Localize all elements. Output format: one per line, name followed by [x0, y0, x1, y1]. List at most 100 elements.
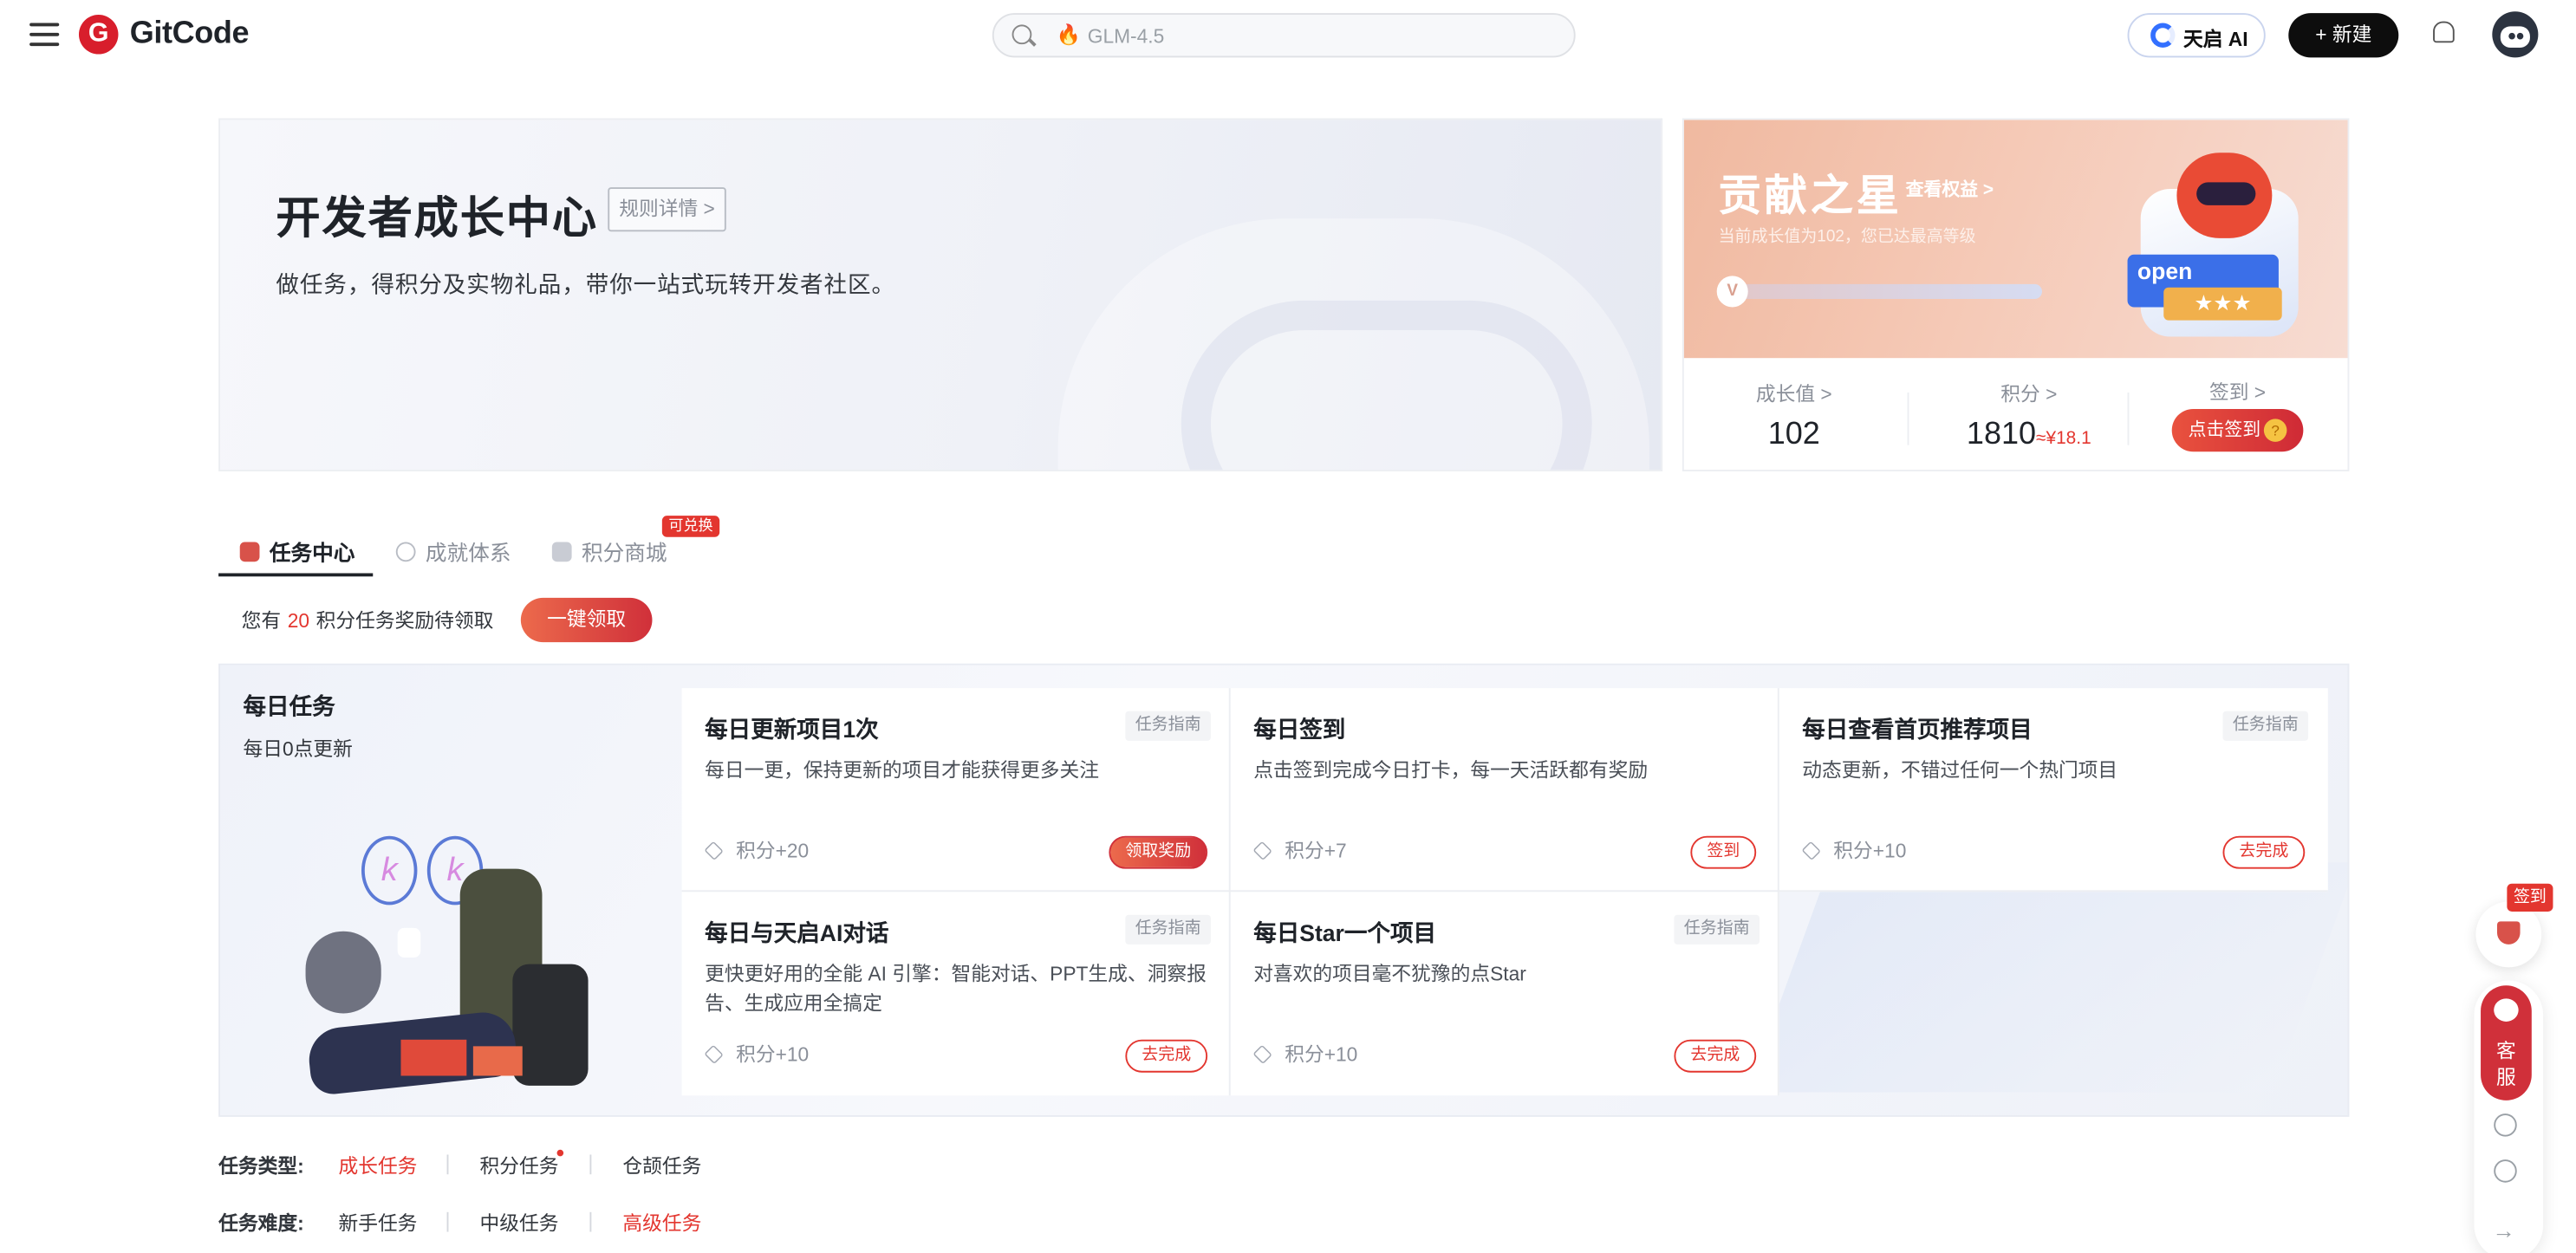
level-title: 贡献之星: [1718, 171, 1903, 220]
gitcode-logo-text[interactable]: GitCode: [130, 16, 250, 53]
signin-button[interactable]: 点击签到 ?: [2171, 408, 2304, 452]
task-points-label: 积分+10: [1833, 839, 1907, 863]
task-title: 每日Star一个项目: [1253, 919, 1437, 946]
go-complete-button[interactable]: 去完成: [1125, 1039, 1208, 1073]
diamond-icon: [704, 841, 724, 861]
tab-points-mall[interactable]: 积分商城: [551, 536, 667, 567]
growth-center-banner: 开发者成长中心 规则详情 > 做任务，得积分及实物礼品，带你一站式玩转开发者社区…: [218, 118, 1663, 471]
smile-icon[interactable]: [2494, 1159, 2517, 1183]
level-badge-icon: V: [1716, 276, 1748, 308]
task-title: 每日签到: [1253, 716, 1346, 743]
customer-service-button[interactable]: 客 服: [2481, 985, 2532, 1100]
task-title: 每日更新项目1次: [705, 716, 879, 743]
pending-reward-text: 您有 20 积分任务奖励待领取: [242, 606, 494, 633]
filter-growth-task[interactable]: 成长任务: [338, 1152, 417, 1179]
search-placeholder: GLM-4.5: [1087, 24, 1165, 48]
diamond-icon: [1252, 841, 1272, 861]
signin-task-button[interactable]: 签到: [1690, 835, 1757, 869]
trophy-icon: [2497, 921, 2521, 945]
filter-cangjie-task[interactable]: 仓颉任务: [622, 1152, 701, 1179]
level-progress-bar: V: [1716, 276, 2042, 308]
signin-button-label: 点击签到: [2188, 420, 2261, 440]
tab-task-center-label: 任务中心: [269, 540, 355, 566]
filter-advanced-task[interactable]: 高级任务: [622, 1209, 701, 1237]
task-guide-link[interactable]: 任务指南: [1674, 914, 1760, 945]
go-complete-button[interactable]: 去完成: [1674, 1039, 1757, 1073]
points-stat[interactable]: 积分 > 1810≈¥18.1: [1947, 380, 2111, 453]
rules-detail-button[interactable]: 规则详情 >: [608, 187, 726, 232]
filter-intermediate-task[interactable]: 中级任务: [479, 1209, 558, 1237]
tab-achievement-label: 成就体系: [425, 540, 511, 566]
go-complete-button[interactable]: 去完成: [2222, 835, 2306, 869]
points-value: 1810: [1966, 417, 2037, 452]
task-points: 积分+10: [704, 1040, 810, 1068]
customer-service-label-1: 客: [2496, 1039, 2516, 1063]
task-title: 每日与天启AI对话: [705, 919, 889, 946]
task-points: 积分+10: [1252, 1040, 1358, 1068]
task-points-label: 积分+7: [1285, 839, 1347, 863]
pending-reward-prefix: 您有: [241, 609, 282, 633]
points-label: 积分 >: [2000, 382, 2058, 406]
arrow-right-icon[interactable]: →: [2492, 1217, 2515, 1243]
mascot-stars: ★★★: [2163, 287, 2282, 321]
diamond-icon: [1252, 1044, 1272, 1065]
task-description: 动态更新，不错过任何一个热门项目: [1802, 758, 2118, 782]
task-card-update-project[interactable]: 每日更新项目1次 任务指南 每日一更，保持更新的项目才能获得更多关注 积分+20…: [681, 688, 1231, 893]
growth-stat[interactable]: 成长值 > 102: [1750, 380, 1838, 453]
level-card-header: 贡献之星 查看权益 > 当前成长值为102，您已达最高等级 V open ★★★: [1683, 120, 2348, 359]
chat-bubble-icon: [2494, 998, 2519, 1022]
new-button[interactable]: + 新建: [2288, 13, 2399, 58]
medal-icon: [395, 542, 416, 562]
task-description: 对喜欢的项目毫不犹豫的点Star: [1253, 962, 1526, 986]
task-points: 积分+20: [704, 836, 810, 864]
task-description: 点击签到完成今日打卡，每一天活跃都有奖励: [1253, 758, 1649, 782]
task-description: 更快更好用的全能 AI 引擎：智能对话、PPT生成、洞察报告、生成应用全搞定: [705, 962, 1207, 1016]
tab-points-mall-label: 积分商城: [581, 540, 667, 566]
points-value-row: 1810≈¥18.1: [1947, 417, 2111, 453]
customer-service-label-2: 服: [2496, 1066, 2516, 1089]
daily-tasks-subtitle: 每日0点更新: [243, 737, 353, 761]
tab-achievement[interactable]: 成就体系: [395, 536, 511, 567]
task-points-label: 积分+10: [736, 1042, 810, 1067]
daily-tasks-panel: 每日任务 每日0点更新 k k 每日更新项目1次 任务指南 每日一更，保持更新的…: [218, 663, 2350, 1117]
tianqi-ai-button[interactable]: 天启 AI: [2127, 13, 2266, 58]
gift-icon: [551, 542, 572, 562]
task-card-view-recommended[interactable]: 每日查看首页推荐项目 任务指南 动态更新，不错过任何一个热门项目 积分+10 去…: [1779, 688, 2328, 893]
page-title: 开发者成长中心: [276, 193, 598, 243]
task-guide-link[interactable]: 任务指南: [2222, 711, 2309, 741]
task-guide-link[interactable]: 任务指南: [1125, 914, 1211, 945]
filter-beginner-task[interactable]: 新手任务: [338, 1209, 417, 1237]
task-description: 每日一更，保持更新的项目才能获得更多关注: [705, 758, 1100, 782]
tianqi-ai-label: 天启 AI: [2182, 28, 2248, 51]
claim-reward-button[interactable]: 领取奖励: [1109, 835, 1208, 869]
bell-icon[interactable]: [2433, 21, 2455, 43]
feedback-icon[interactable]: [2494, 1113, 2517, 1137]
task-card-ai-chat[interactable]: 每日与天启AI对话 任务指南 更快更好用的全能 AI 引擎：智能对话、PPT生成…: [681, 892, 1231, 1096]
claim-all-button[interactable]: 一键领取: [520, 597, 653, 643]
tab-task-center[interactable]: 任务中心: [239, 536, 355, 567]
task-card-signin[interactable]: 每日签到 点击签到完成今日打卡，每一天活跃都有奖励 积分+7 签到: [1230, 688, 1779, 893]
growth-label: 成长值 >: [1755, 382, 1832, 406]
coin-icon: ?: [2263, 419, 2287, 442]
filter-points-task[interactable]: 积分任务: [479, 1152, 558, 1179]
diamond-icon: [704, 1044, 724, 1065]
trophy-icon: [239, 542, 260, 562]
task-points-label: 积分+20: [736, 839, 810, 863]
task-card-star-project[interactable]: 每日Star一个项目 任务指南 对喜欢的项目毫不犹豫的点Star 积分+10 去…: [1230, 892, 1779, 1096]
growth-value: 102: [1767, 417, 1820, 452]
menu-icon[interactable]: [29, 22, 60, 48]
pending-reward-suffix: 积分任务奖励待领取: [315, 609, 494, 633]
search-icon: [1012, 24, 1032, 45]
signin-label: 签到 >: [2208, 380, 2267, 405]
banner-description: 做任务，得积分及实物礼品，带你一站式玩转开发者社区。: [276, 270, 895, 298]
task-points-label: 积分+10: [1285, 1042, 1358, 1067]
view-benefits-link[interactable]: 查看权益 >: [1906, 176, 1994, 202]
task-points: 积分+7: [1252, 836, 1347, 864]
gitcode-logo-icon[interactable]: G: [78, 15, 119, 55]
level-card: 贡献之星 查看权益 > 当前成长值为102，您已达最高等级 V open ★★★…: [1682, 118, 2350, 471]
search-bar[interactable]: 🔥 GLM-4.5: [992, 13, 1576, 58]
active-tab-indicator: [218, 573, 374, 577]
avatar[interactable]: [2492, 11, 2539, 58]
signin-stat[interactable]: 签到 >: [2176, 378, 2298, 406]
task-guide-link[interactable]: 任务指南: [1125, 711, 1211, 741]
